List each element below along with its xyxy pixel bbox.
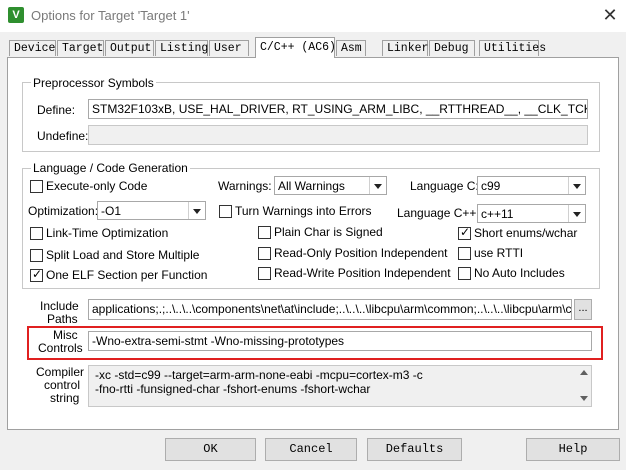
tab-device[interactable]: Device (9, 40, 56, 56)
language-cpp-label: Language C++: (397, 206, 480, 220)
no-auto-includes-label: No Auto Includes (474, 266, 565, 280)
compiler-control-label-line1: Compiler (36, 365, 85, 379)
tab-c-cpp-ac6[interactable]: C/C++ (AC6) (255, 37, 336, 58)
misc-controls-label-line2: Controls (38, 341, 83, 355)
ro-pos-indep-label: Read-Only Position Independent (274, 246, 448, 260)
tab-listing[interactable]: Listing (155, 40, 208, 56)
warnings-select[interactable]: All Warnings (274, 176, 387, 195)
ok-button[interactable]: OK (165, 438, 256, 461)
chevron-down-icon (188, 202, 205, 219)
optimization-label: Optimization: (28, 204, 99, 218)
help-button[interactable]: Help (526, 438, 620, 461)
language-group-title: Language / Code Generation (31, 161, 190, 175)
tab-target[interactable]: Target (57, 40, 104, 56)
execute-only-label: Execute-only Code (46, 179, 148, 193)
link-time-checkbox[interactable] (30, 227, 43, 240)
language-c-label: Language C: (410, 179, 479, 193)
language-cpp-select[interactable]: c++11 (477, 204, 586, 223)
app-logo-icon: V (8, 7, 24, 23)
misc-controls-label-line1: Misc (53, 328, 78, 342)
tab-user[interactable]: User (209, 40, 249, 56)
tab-utilities[interactable]: Utilities (479, 40, 546, 56)
no-auto-includes-checkbox[interactable] (458, 267, 471, 280)
link-time-label: Link-Time Optimization (46, 226, 169, 240)
one-elf-label: One ELF Section per Function (46, 268, 208, 282)
turn-warnings-checkbox[interactable] (219, 205, 232, 218)
language-c-select[interactable]: c99 (477, 176, 586, 195)
compiler-control-line1: -xc -std=c99 --target=arm-arm-none-eabi … (95, 368, 423, 382)
scroll-up-icon[interactable] (580, 370, 588, 375)
define-field[interactable]: STM32F103xB, USE_HAL_DRIVER, RT_USING_AR… (88, 99, 588, 119)
one-elf-checkbox[interactable] (30, 267, 43, 282)
close-icon[interactable]: ✕ (597, 3, 623, 29)
compiler-control-line2: -fno-rtti -funsigned-char -fshort-enums … (95, 382, 371, 396)
cancel-button[interactable]: Cancel (265, 438, 357, 461)
undefine-label: Undefine: (37, 129, 89, 143)
plain-char-checkbox[interactable] (258, 226, 271, 239)
split-load-label: Split Load and Store Multiple (46, 248, 200, 262)
tab-debug[interactable]: Debug (429, 40, 475, 56)
include-paths-browse-button[interactable]: ... (574, 299, 592, 320)
turn-warnings-label: Turn Warnings into Errors (235, 204, 372, 218)
optimization-select-value: -O1 (101, 204, 122, 218)
short-enums-label: Short enums/wchar (474, 226, 578, 240)
tab-asm[interactable]: Asm (336, 40, 366, 56)
undefine-field[interactable] (88, 125, 588, 145)
include-paths-label-line1: Include (40, 299, 79, 313)
rw-pos-indep-label: Read-Write Position Independent (274, 266, 451, 280)
compiler-control-label-line3: string (50, 391, 80, 405)
warnings-select-value: All Warnings (278, 179, 345, 193)
plain-char-label: Plain Char is Signed (274, 225, 383, 239)
warnings-label: Warnings: (218, 179, 272, 193)
compiler-control-label-line2: control (44, 378, 81, 392)
window-title: Options for Target 'Target 1' (31, 8, 190, 23)
scroll-down-icon[interactable] (580, 396, 588, 401)
split-load-checkbox[interactable] (30, 249, 43, 262)
optimization-select[interactable]: -O1 (97, 201, 206, 220)
include-paths-field[interactable]: applications;.;..\..\..\components\net\a… (88, 299, 572, 320)
use-rtti-checkbox[interactable] (458, 247, 471, 260)
ro-pos-indep-checkbox[interactable] (258, 247, 271, 260)
preprocessor-group-title: Preprocessor Symbols (31, 76, 156, 90)
language-cpp-select-value: c++11 (481, 207, 514, 221)
defaults-button[interactable]: Defaults (367, 438, 462, 461)
rw-pos-indep-checkbox[interactable] (258, 267, 271, 280)
tab-output[interactable]: Output (105, 40, 154, 56)
include-paths-label-line2: Paths (47, 312, 78, 326)
define-label: Define: (37, 103, 76, 117)
misc-controls-field[interactable]: -Wno-extra-semi-stmt -Wno-missing-protot… (88, 331, 592, 351)
chevron-down-icon (568, 205, 585, 222)
chevron-down-icon (568, 177, 585, 194)
language-c-select-value: c99 (481, 179, 501, 193)
chevron-down-icon (369, 177, 386, 194)
short-enums-checkbox[interactable] (458, 225, 471, 240)
use-rtti-label: use RTTI (474, 246, 524, 260)
execute-only-checkbox[interactable] (30, 180, 43, 193)
tab-linker[interactable]: Linker (382, 40, 428, 56)
